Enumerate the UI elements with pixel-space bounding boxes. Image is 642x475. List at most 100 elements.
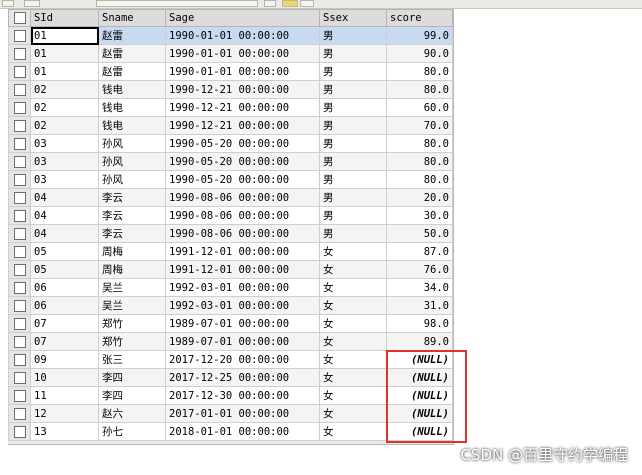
table-row[interactable]: 04 李云 1990-08-06 00:00:00 男 30.0 <box>8 206 453 225</box>
row-checkbox[interactable] <box>8 224 31 243</box>
cell-sid[interactable]: 02 <box>30 98 99 117</box>
cell-sid[interactable]: 03 <box>30 134 99 153</box>
row-checkbox[interactable] <box>8 404 31 423</box>
table-row[interactable]: 01 赵雷 1990-01-01 00:00:00 男 99.0 <box>8 26 453 45</box>
cell-sage[interactable]: 1991-12-01 00:00:00 <box>165 242 320 261</box>
table-row[interactable]: 02 钱电 1990-12-21 00:00:00 男 60.0 <box>8 98 453 117</box>
cell-score[interactable]: 20.0 <box>386 188 453 207</box>
table-row[interactable]: 13 孙七 2018-01-01 00:00:00 女 (NULL) <box>8 422 453 441</box>
cell-sname[interactable]: 孙风 <box>98 170 166 189</box>
cell-sage[interactable]: 1990-12-21 00:00:00 <box>165 116 320 135</box>
toolbar-button[interactable] <box>282 0 298 7</box>
cell-score[interactable]: 70.0 <box>386 116 453 135</box>
cell-ssex[interactable]: 男 <box>319 206 387 225</box>
cell-score[interactable]: 76.0 <box>386 260 453 279</box>
cell-score[interactable]: 89.0 <box>386 332 453 351</box>
cell-sid[interactable]: 05 <box>30 260 99 279</box>
cell-sid[interactable]: 07 <box>30 314 99 333</box>
cell-score[interactable]: 80.0 <box>386 152 453 171</box>
cell-sage[interactable]: 1990-05-20 00:00:00 <box>165 170 320 189</box>
table-row[interactable]: 06 吴兰 1992-03-01 00:00:00 女 34.0 <box>8 278 453 297</box>
cell-sid[interactable]: 09 <box>30 350 99 369</box>
cell-sid[interactable]: 01 <box>30 62 99 81</box>
cell-sid[interactable]: 03 <box>30 170 99 189</box>
cell-ssex[interactable]: 女 <box>319 422 387 441</box>
cell-sid[interactable]: 12 <box>30 404 99 423</box>
cell-score[interactable]: (NULL) <box>386 422 453 441</box>
cell-sid[interactable]: 06 <box>30 296 99 315</box>
row-checkbox[interactable] <box>8 116 31 135</box>
cell-score[interactable]: 99.0 <box>386 26 453 45</box>
table-row[interactable]: 10 李四 2017-12-25 00:00:00 女 (NULL) <box>8 368 453 387</box>
cell-ssex[interactable]: 男 <box>319 26 387 45</box>
cell-score[interactable]: 98.0 <box>386 314 453 333</box>
cell-sid[interactable]: 02 <box>30 116 99 135</box>
table-row[interactable]: 11 李四 2017-12-30 00:00:00 女 (NULL) <box>8 386 453 405</box>
cell-sid[interactable]: 10 <box>30 368 99 387</box>
cell-sage[interactable]: 1989-07-01 00:00:00 <box>165 314 320 333</box>
row-checkbox[interactable] <box>8 44 31 63</box>
cell-sage[interactable]: 1990-01-01 00:00:00 <box>165 44 320 63</box>
column-header-sname[interactable]: Sname <box>98 9 166 27</box>
row-checkbox[interactable] <box>8 152 31 171</box>
cell-sage[interactable]: 1990-01-01 00:00:00 <box>165 62 320 81</box>
toolbar-button[interactable] <box>24 0 40 7</box>
cell-sname[interactable]: 孙七 <box>98 422 166 441</box>
cell-sname[interactable]: 钱电 <box>98 116 166 135</box>
row-checkbox[interactable] <box>8 368 31 387</box>
cell-score[interactable]: (NULL) <box>386 368 453 387</box>
cell-sid[interactable]: 03 <box>30 152 99 171</box>
row-checkbox[interactable] <box>8 296 31 315</box>
table-row[interactable]: 06 吴兰 1992-03-01 00:00:00 女 31.0 <box>8 296 453 315</box>
column-header-sage[interactable]: Sage <box>165 9 320 27</box>
cell-sname[interactable]: 李云 <box>98 224 166 243</box>
cell-sage[interactable]: 1990-08-06 00:00:00 <box>165 224 320 243</box>
table-row[interactable]: 02 钱电 1990-12-21 00:00:00 男 80.0 <box>8 80 453 99</box>
cell-ssex[interactable]: 男 <box>319 116 387 135</box>
row-checkbox[interactable] <box>8 278 31 297</box>
cell-sid[interactable]: 05 <box>30 242 99 261</box>
column-header-ssex[interactable]: Ssex <box>319 9 387 27</box>
cell-sage[interactable]: 1990-05-20 00:00:00 <box>165 134 320 153</box>
row-checkbox[interactable] <box>8 170 31 189</box>
cell-ssex[interactable]: 男 <box>319 134 387 153</box>
row-checkbox[interactable] <box>8 314 31 333</box>
cell-score[interactable]: 80.0 <box>386 134 453 153</box>
cell-score[interactable]: 30.0 <box>386 206 453 225</box>
cell-sname[interactable]: 吴兰 <box>98 296 166 315</box>
cell-ssex[interactable]: 女 <box>319 314 387 333</box>
cell-ssex[interactable]: 男 <box>319 62 387 81</box>
row-checkbox[interactable] <box>8 188 31 207</box>
row-checkbox[interactable] <box>8 242 31 261</box>
cell-sage[interactable]: 1992-03-01 00:00:00 <box>165 296 320 315</box>
cell-ssex[interactable]: 女 <box>319 278 387 297</box>
table-row[interactable]: 03 孙风 1990-05-20 00:00:00 男 80.0 <box>8 152 453 171</box>
cell-score[interactable]: (NULL) <box>386 404 453 423</box>
cell-ssex[interactable]: 男 <box>319 188 387 207</box>
cell-sid[interactable]: 04 <box>30 224 99 243</box>
table-row[interactable]: 04 李云 1990-08-06 00:00:00 男 50.0 <box>8 224 453 243</box>
cell-sname[interactable]: 李云 <box>98 188 166 207</box>
cell-sid[interactable]: 07 <box>30 332 99 351</box>
cell-sid[interactable]: 01 <box>30 26 99 45</box>
select-all-checkbox[interactable] <box>8 9 31 27</box>
cell-score[interactable]: 90.0 <box>386 44 453 63</box>
row-checkbox[interactable] <box>8 206 31 225</box>
table-row[interactable]: 07 郑竹 1989-07-01 00:00:00 女 98.0 <box>8 314 453 333</box>
cell-sage[interactable]: 1990-05-20 00:00:00 <box>165 152 320 171</box>
row-checkbox[interactable] <box>8 332 31 351</box>
cell-ssex[interactable]: 男 <box>319 98 387 117</box>
cell-sage[interactable]: 1990-08-06 00:00:00 <box>165 188 320 207</box>
cell-sage[interactable]: 1990-08-06 00:00:00 <box>165 206 320 225</box>
cell-ssex[interactable]: 女 <box>319 296 387 315</box>
row-checkbox[interactable] <box>8 134 31 153</box>
cell-ssex[interactable]: 女 <box>319 242 387 261</box>
cell-sname[interactable]: 李云 <box>98 206 166 225</box>
cell-sid[interactable]: 04 <box>30 188 99 207</box>
cell-sage[interactable]: 1990-12-21 00:00:00 <box>165 98 320 117</box>
cell-sid[interactable]: 06 <box>30 278 99 297</box>
cell-sage[interactable]: 1991-12-01 00:00:00 <box>165 260 320 279</box>
cell-sname[interactable]: 赵六 <box>98 404 166 423</box>
cell-sname[interactable]: 张三 <box>98 350 166 369</box>
cell-sid[interactable]: 01 <box>30 44 99 63</box>
